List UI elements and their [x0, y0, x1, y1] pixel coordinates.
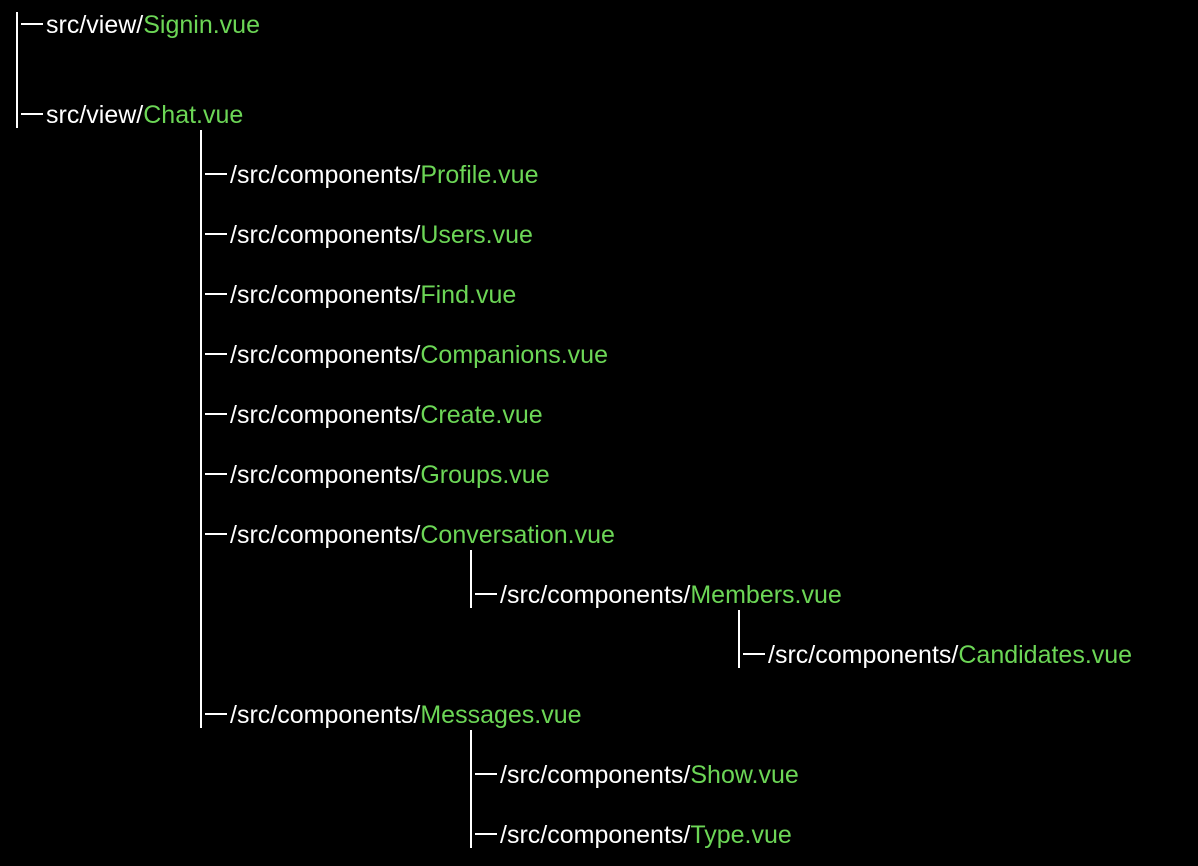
branch-bar [200, 702, 202, 728]
node-filename: Candidates.vue [958, 641, 1133, 669]
branch-dash [205, 533, 227, 535]
branch-bar [470, 582, 472, 608]
tree-node-profile: /src/components/Profile.vue [184, 160, 538, 190]
branch-bar [200, 522, 202, 548]
node-path: /src/components/ [500, 761, 691, 789]
branch-dash [205, 473, 227, 475]
branch-dash [205, 413, 227, 415]
node-filename: Conversation.vue [420, 521, 615, 549]
branch-bar [200, 462, 202, 488]
branch-bar [738, 642, 740, 668]
node-filename: Companions.vue [420, 341, 608, 369]
node-filename: Messages.vue [420, 701, 582, 729]
branch-dash [205, 233, 227, 235]
node-filename: Profile.vue [420, 161, 539, 189]
tree-node-candidates: /src/components/Candidates.vue [722, 640, 1132, 670]
tree-node-chat: src/view/Chat.vue [0, 100, 243, 130]
node-path: /src/components/ [230, 401, 421, 429]
tree-node-create: /src/components/Create.vue [184, 400, 543, 430]
tree-node-companions: /src/components/Companions.vue [184, 340, 608, 370]
branch-dash [205, 353, 227, 355]
node-filename: Signin.vue [143, 11, 260, 39]
branch-dash [475, 833, 497, 835]
branch-bar [200, 222, 202, 248]
node-filename: Type.vue [690, 821, 792, 849]
branch-dash [475, 773, 497, 775]
node-filename: Chat.vue [143, 101, 244, 129]
node-path: /src/components/ [230, 221, 421, 249]
node-path: /src/components/ [230, 701, 421, 729]
node-path: /src/components/ [230, 161, 421, 189]
tree-node-users: /src/components/Users.vue [184, 220, 533, 250]
branch-dash [205, 713, 227, 715]
node-path: src/view/ [46, 101, 144, 129]
branch-bar [16, 102, 18, 128]
node-path: /src/components/ [230, 461, 421, 489]
tree-node-show: /src/components/Show.vue [454, 760, 799, 790]
branch-bar [200, 282, 202, 308]
branch-bar [200, 342, 202, 368]
branch-bar [16, 12, 18, 38]
node-path: /src/components/ [230, 521, 421, 549]
node-path: /src/components/ [230, 281, 421, 309]
tree-node-type: /src/components/Type.vue [454, 820, 792, 850]
file-tree: src/view/Signin.vue src/view/Chat.vue/src… [0, 0, 1198, 866]
branch-dash [205, 173, 227, 175]
branch-dash [21, 23, 43, 25]
branch-bar [470, 762, 472, 788]
node-filename: Members.vue [690, 581, 842, 609]
node-path: /src/components/ [230, 341, 421, 369]
branch-bar [200, 402, 202, 428]
node-path: src/view/ [46, 11, 144, 39]
node-path: /src/components/ [500, 581, 691, 609]
node-filename: Show.vue [690, 761, 799, 789]
tree-node-groups: /src/components/Groups.vue [184, 460, 550, 490]
branch-dash [743, 653, 765, 655]
tree-node-conversation: /src/components/Conversation.vue [184, 520, 615, 550]
node-path: /src/components/ [500, 821, 691, 849]
node-filename: Users.vue [420, 221, 533, 249]
branch-dash [205, 293, 227, 295]
branch-bar [470, 822, 472, 848]
tree-node-messages: /src/components/Messages.vue [184, 700, 582, 730]
branch-dash [21, 113, 43, 115]
tree-node-find: /src/components/Find.vue [184, 280, 516, 310]
node-filename: Create.vue [420, 401, 543, 429]
tree-node-members: /src/components/Members.vue [454, 580, 842, 610]
branch-dash [475, 593, 497, 595]
node-path: /src/components/ [768, 641, 959, 669]
tree-node-signin: src/view/Signin.vue [0, 10, 260, 40]
node-filename: Groups.vue [420, 461, 550, 489]
branch-bar [200, 162, 202, 188]
node-filename: Find.vue [420, 281, 517, 309]
